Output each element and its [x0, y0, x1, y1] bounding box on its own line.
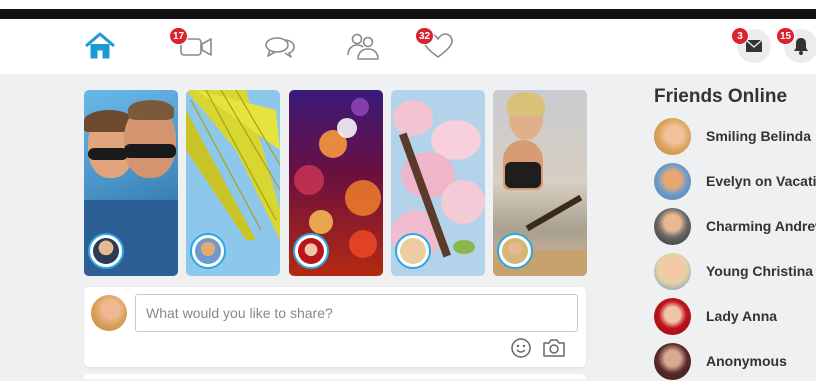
friend-item[interactable]: Charming Andrew: [654, 206, 816, 246]
story-avatar: [497, 233, 533, 269]
story-couple-selfie[interactable]: [84, 90, 178, 276]
friend-avatar: [654, 163, 691, 200]
friend-name: Young Christina: [706, 263, 814, 279]
heart-badge: 32: [415, 27, 435, 45]
mail-icon: [745, 39, 763, 52]
share-input[interactable]: [135, 294, 578, 332]
friend-avatar: [654, 298, 691, 335]
friend-name: Charming Andrew: [706, 218, 816, 234]
friend-name: Lady Anna: [706, 308, 778, 324]
friend-item[interactable]: Evelyn on Vacation: [654, 161, 816, 201]
friend-avatar: [654, 253, 691, 290]
friend-item[interactable]: Anonymous: [654, 341, 816, 381]
emoji-icon[interactable]: [509, 337, 533, 359]
story-avatar: [190, 233, 226, 269]
friend-avatar: [654, 118, 691, 155]
people-icon[interactable]: [345, 31, 381, 61]
mail-badge: 3: [731, 27, 749, 45]
bell-badge: 15: [776, 27, 796, 45]
top-strip: [0, 0, 816, 19]
post-composer: [84, 287, 586, 367]
friend-name: Smiling Belinda: [706, 128, 812, 144]
friend-name: Anonymous: [706, 353, 787, 369]
bell-icon: [794, 38, 808, 55]
story-cherry-blossom[interactable]: [391, 90, 485, 276]
friends-online-title: Friends Online: [654, 86, 788, 107]
story-avatar: [293, 233, 329, 269]
next-card-edge: [84, 374, 586, 379]
story-bokeh-lights[interactable]: [289, 90, 383, 276]
friend-avatar: [654, 343, 691, 380]
home-icon[interactable]: [82, 31, 118, 61]
story-avatar: [395, 233, 431, 269]
video-badge: 17: [169, 27, 189, 45]
friend-name: Evelyn on Vacation: [706, 173, 816, 189]
story-palm-leaf[interactable]: [186, 90, 280, 276]
top-nav: 17 32 3 15: [0, 19, 816, 74]
user-avatar: [91, 295, 127, 331]
window-edge: [0, 9, 816, 19]
friend-item[interactable]: Young Christina: [654, 251, 816, 291]
friend-avatar: [654, 208, 691, 245]
friend-item[interactable]: Lady Anna: [654, 296, 816, 336]
chat-icon[interactable]: [263, 31, 299, 61]
camera-icon[interactable]: [542, 337, 566, 359]
story-avatar: [88, 233, 124, 269]
story-beach-guitar[interactable]: [493, 90, 587, 276]
friend-item[interactable]: Smiling Belinda: [654, 116, 816, 156]
